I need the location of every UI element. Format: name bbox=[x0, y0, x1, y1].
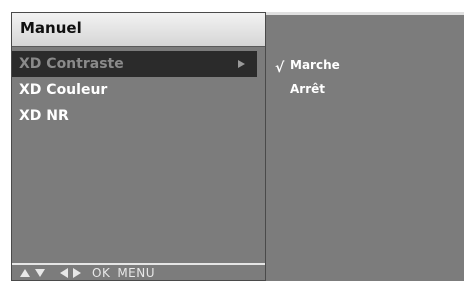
submenu-top-edge bbox=[266, 12, 464, 15]
menu-title-bar: Manuel bbox=[12, 13, 265, 47]
option-marche[interactable]: Marche bbox=[290, 58, 340, 72]
arrow-left-icon bbox=[60, 267, 68, 278]
main-menu-panel: Manuel XD Contraste XD Couleur XD NR OK … bbox=[11, 12, 266, 281]
menu-item-label: XD Contraste bbox=[19, 56, 124, 72]
menu-hint: MENU bbox=[117, 265, 156, 280]
check-mark-icon: √ bbox=[275, 60, 285, 76]
osd-screen: Manuel XD Contraste XD Couleur XD NR OK … bbox=[0, 0, 464, 283]
menu-item-label: XD NR bbox=[19, 108, 69, 124]
option-arret[interactable]: Arrêt bbox=[290, 82, 325, 96]
arrow-right-icon bbox=[238, 60, 245, 68]
arrow-down-icon bbox=[35, 268, 45, 277]
menu-title: Manuel bbox=[20, 19, 82, 37]
menu-item-label: XD Couleur bbox=[19, 82, 108, 98]
ok-hint: OK bbox=[92, 265, 111, 280]
menu-list: XD Contraste XD Couleur XD NR bbox=[12, 51, 265, 129]
arrow-right-icon bbox=[73, 267, 81, 278]
menu-item-xd-couleur[interactable]: XD Couleur bbox=[12, 77, 265, 103]
menu-item-xd-nr[interactable]: XD NR bbox=[12, 103, 265, 129]
menu-item-xd-contraste[interactable]: XD Contraste bbox=[12, 51, 257, 77]
submenu-panel: √ Marche Arrêt bbox=[266, 12, 464, 281]
arrow-up-icon bbox=[20, 268, 30, 277]
navigation-hint: OK MENU bbox=[20, 265, 155, 280]
